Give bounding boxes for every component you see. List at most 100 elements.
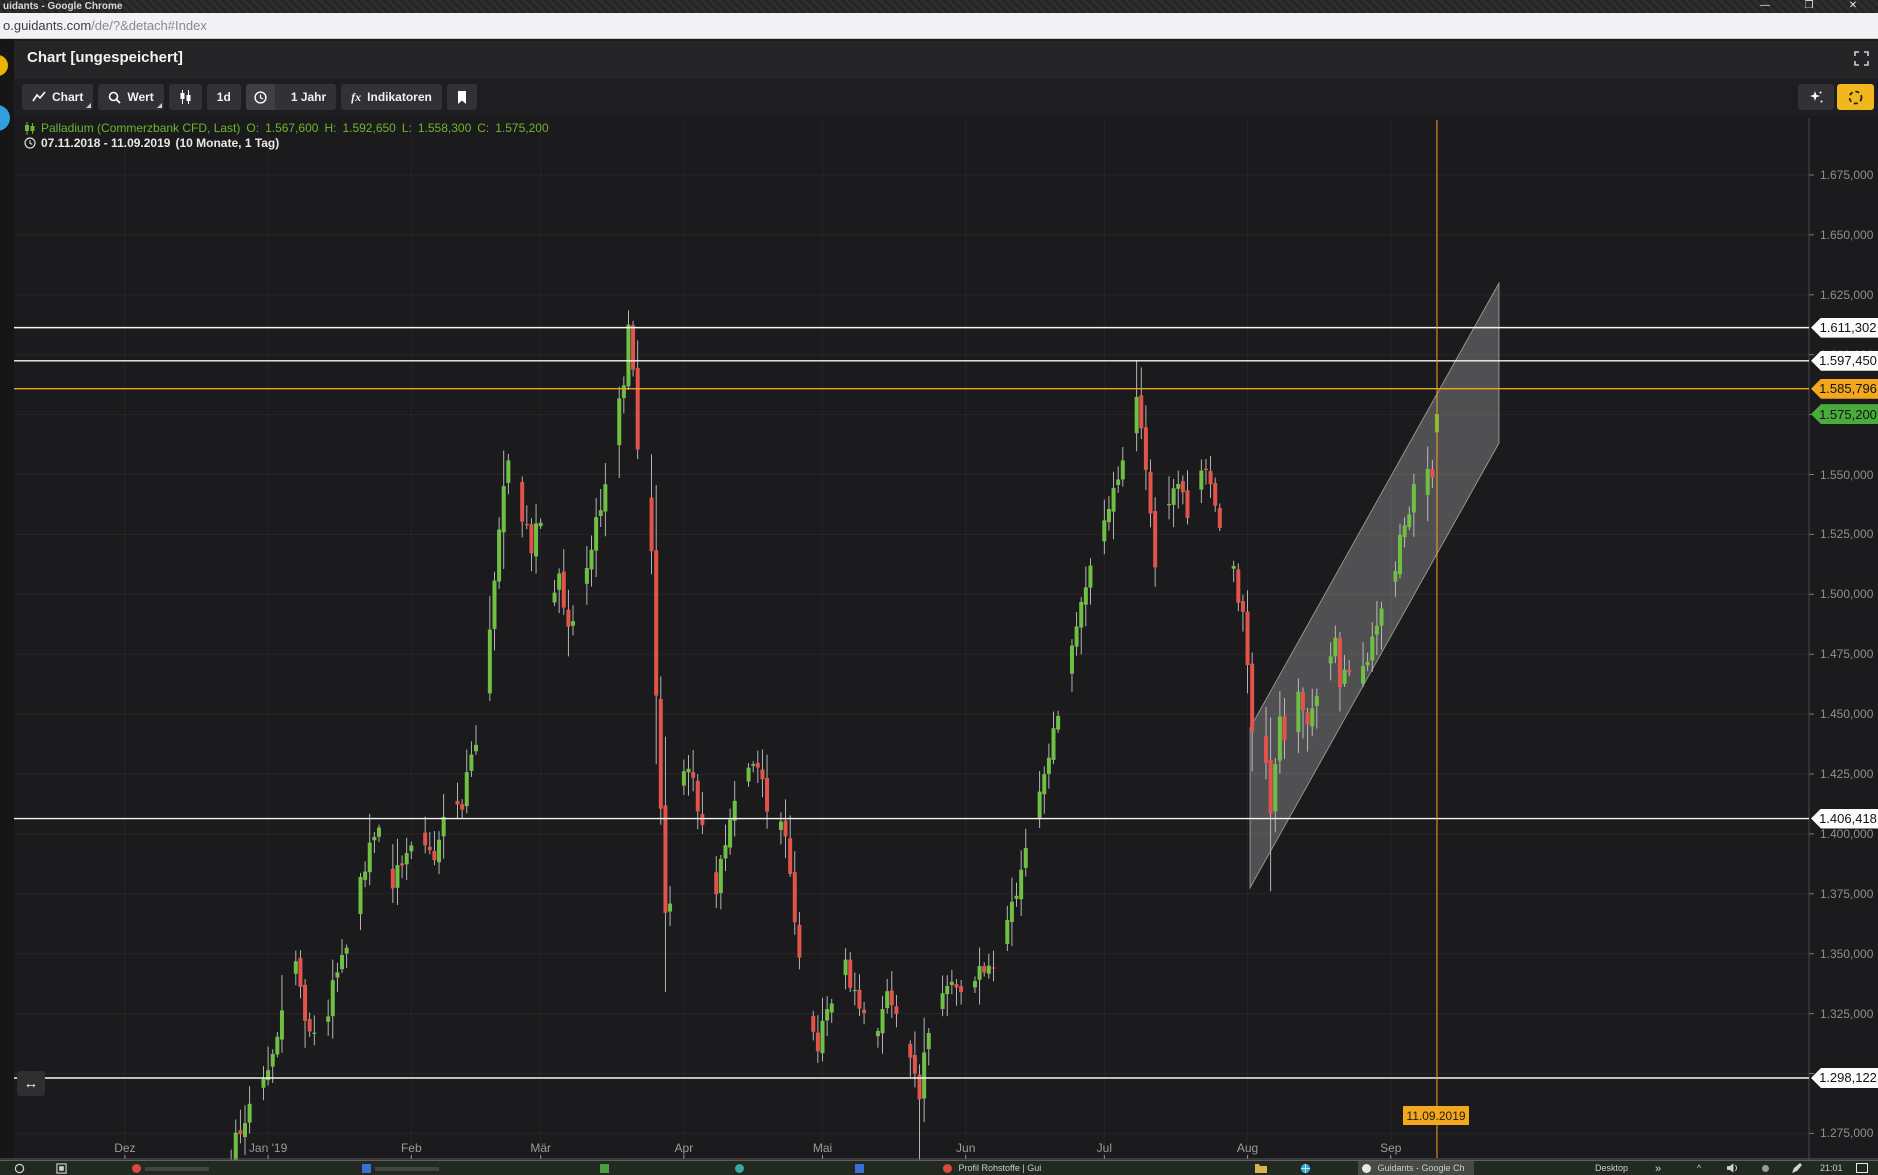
taskbar-app-4[interactable] [735, 1163, 744, 1173]
taskbar-app-1[interactable] [132, 1163, 209, 1173]
candlestick-chart[interactable] [0, 0, 1878, 1160]
candle-body [492, 581, 496, 629]
tray-clock[interactable]: 21:01 [1820, 1163, 1843, 1173]
candle [1241, 594, 1245, 631]
candle-body [1181, 481, 1185, 492]
candle-body [650, 498, 654, 552]
taskbar-app-2[interactable] [362, 1163, 439, 1173]
candle-body [1393, 571, 1397, 582]
candle-body [1019, 870, 1023, 899]
tray-desktop-label[interactable]: Desktop [1595, 1163, 1628, 1173]
candle [395, 839, 399, 905]
ohlc-low-value: 1.558,300 [418, 121, 471, 135]
tray-caret-icon[interactable]: ^ [1697, 1163, 1701, 1173]
candle-body [950, 982, 954, 985]
candle [465, 750, 469, 814]
candle-body [1278, 717, 1282, 761]
candle-body [359, 877, 363, 914]
action-center-icon[interactable] [1856, 1163, 1868, 1175]
candle-body [460, 804, 464, 810]
price-axis-label: 1.675,000 [1820, 168, 1878, 182]
candle-body [1403, 525, 1407, 537]
candle [1213, 478, 1217, 512]
tray-status-dot[interactable] [1762, 1163, 1769, 1173]
candle [1116, 466, 1120, 493]
candle [1005, 906, 1009, 951]
trend-channel-drawing[interactable] [1250, 283, 1499, 888]
candle-body [599, 510, 603, 516]
ohlc-low-label: L: [402, 121, 412, 135]
pen-icon[interactable] [1792, 1163, 1802, 1175]
taskbar-app-label: Profil Rohstoffe | Gui [959, 1163, 1042, 1173]
candle-body [1366, 662, 1370, 665]
candle-body [506, 460, 510, 482]
candle-body [1038, 792, 1042, 818]
taskbar-app-6[interactable]: Profil Rohstoffe | Gui [943, 1163, 1041, 1173]
candle [1024, 829, 1028, 877]
candle [793, 851, 797, 935]
candle [894, 995, 898, 1028]
candle-body [797, 925, 801, 958]
candle-body [719, 859, 723, 893]
ohlc-open-value: 1.567,600 [265, 121, 318, 135]
candle-body [368, 843, 372, 873]
candle-body [474, 745, 478, 751]
candle-body [400, 863, 404, 865]
month-axis-label: Mär [530, 1141, 551, 1155]
series-legend[interactable]: Palladium (Commerzbank CFD, Last) O:1.56… [24, 121, 549, 135]
candle-body [1375, 626, 1379, 635]
visible-range-detail: (10 Monate, 1 Tag) [175, 136, 279, 150]
price-axis-label: 1.400,000 [1820, 827, 1878, 841]
candle-body [1380, 609, 1384, 626]
folder-icon[interactable] [1255, 1163, 1267, 1175]
candle [1218, 503, 1222, 531]
candle-body [294, 961, 298, 973]
candle [816, 1015, 820, 1063]
candle [594, 498, 598, 577]
taskbar-app-5[interactable] [855, 1163, 864, 1173]
candle-body [1005, 920, 1009, 944]
globe-icon[interactable] [1300, 1163, 1311, 1175]
volume-icon[interactable] [1727, 1163, 1738, 1175]
candle-body [1056, 716, 1060, 730]
candle [1079, 597, 1083, 654]
candle-body [784, 820, 788, 836]
candle [1112, 472, 1116, 540]
candle [1010, 878, 1014, 946]
price-level-tag: 1.585,796 [1811, 379, 1878, 399]
tray-overflow-chevron[interactable]: » [1655, 1163, 1661, 1175]
taskbar-app-3[interactable] [600, 1163, 609, 1173]
visible-range-text: 07.11.2018 - 11.09.2019 [41, 136, 170, 150]
candle [821, 998, 825, 1062]
candle-body [456, 801, 460, 805]
candle-body [308, 1019, 312, 1031]
candle [954, 979, 958, 1005]
candle [691, 750, 695, 791]
candle-body [340, 955, 344, 969]
task-view-icon[interactable] [56, 1163, 67, 1175]
candle [363, 861, 367, 887]
taskbar-app-7[interactable]: Guidants - Google Ch [1362, 1163, 1465, 1173]
candle [1038, 771, 1042, 828]
price-axis-label: 1.500,000 [1820, 587, 1878, 601]
candle-body [959, 986, 963, 992]
windows-taskbar[interactable]: Profil Rohstoffe | Gui Guidants - Google… [0, 1160, 1878, 1175]
candle [987, 954, 991, 979]
candle [557, 568, 561, 613]
candle [1204, 459, 1208, 484]
candle-body [1135, 397, 1139, 433]
horizontal-resize-button[interactable]: ↔ [17, 1071, 45, 1096]
candle-body [987, 966, 991, 974]
candle [636, 340, 640, 459]
search-circle-icon[interactable] [14, 1163, 25, 1175]
candle-body [954, 984, 958, 987]
candle [1042, 766, 1046, 813]
candle-body [1088, 566, 1092, 588]
candle [922, 1018, 926, 1122]
candle-body [391, 869, 395, 889]
candle [492, 572, 496, 651]
candle-body [982, 966, 986, 972]
candle [1172, 479, 1176, 527]
candle-body [927, 1033, 931, 1049]
candle-body [1269, 760, 1273, 814]
